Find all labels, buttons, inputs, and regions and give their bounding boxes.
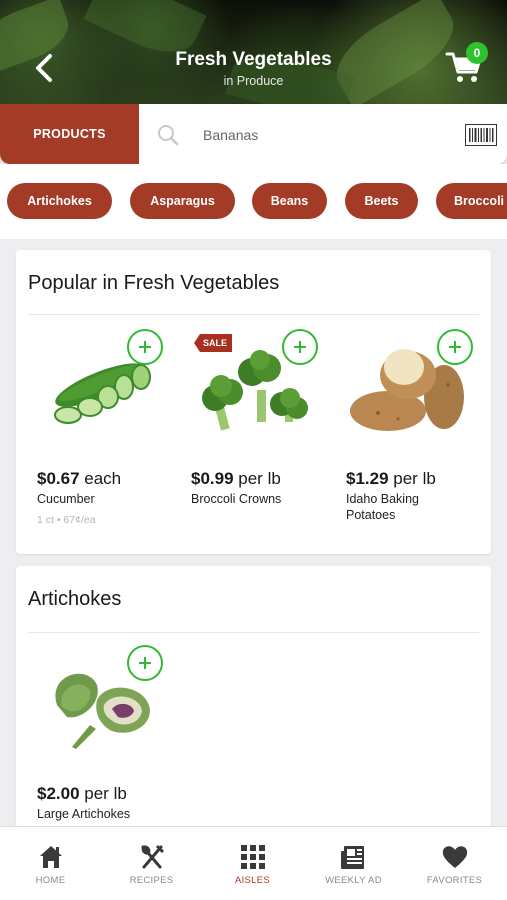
barcode-scan-icon[interactable]: [465, 124, 497, 146]
chip-artichokes[interactable]: Artichokes: [7, 183, 112, 219]
page-subtitle: in Produce: [223, 74, 284, 88]
nav-aisles[interactable]: AISLES: [202, 827, 303, 900]
nav-home[interactable]: HOME: [0, 827, 101, 900]
nav-label: RECIPES: [129, 875, 174, 886]
product-price: $2.00 per lb: [37, 784, 127, 803]
category-chips: Artichokes Asparagus Beans Beets Broccol…: [0, 164, 507, 239]
nav-recipes[interactable]: RECIPES: [101, 827, 202, 900]
chip-beans[interactable]: Beans: [252, 183, 327, 219]
grid-icon: [241, 845, 265, 869]
search-bar: PRODUCTS: [0, 104, 507, 164]
product-name: Broccoli Crowns: [191, 492, 282, 506]
search-input[interactable]: [203, 122, 453, 148]
search-icon: [158, 125, 179, 146]
page-title: Fresh Vegetables: [175, 49, 332, 70]
nav-label: WEEKLY AD: [325, 875, 382, 886]
nav-favorites[interactable]: FAVORITES: [404, 827, 505, 900]
nav-label: FAVORITES: [426, 875, 483, 886]
newspaper-icon: [341, 846, 364, 869]
product-price: $0.99 per lb: [191, 469, 281, 488]
cucumber-image: [54, 363, 151, 424]
utensils-icon: [141, 844, 165, 869]
product-price: $0.67 each: [37, 469, 122, 488]
product-name: Cucumber: [37, 492, 95, 506]
product-quantity-info: 1 ct • 67¢/ea: [37, 514, 96, 526]
nav-weekly-ad[interactable]: WEEKLY AD: [303, 827, 404, 900]
divider: [28, 632, 479, 633]
cart-count-badge: 0: [466, 42, 488, 64]
divider: [28, 314, 479, 315]
chip-asparagus[interactable]: Asparagus: [130, 183, 235, 219]
section-title: Artichokes: [28, 588, 122, 610]
nav-label: AISLES: [234, 875, 271, 886]
heart-icon: [442, 846, 468, 868]
add-to-cart-button[interactable]: [127, 645, 163, 681]
add-to-cart-button[interactable]: [282, 329, 318, 365]
add-to-cart-button[interactable]: [437, 329, 473, 365]
home-icon: [40, 846, 62, 868]
section-title: Popular in Fresh Vegetables: [28, 272, 280, 294]
add-to-cart-button[interactable]: [127, 329, 163, 365]
chip-broccoli[interactable]: Broccoli: [436, 183, 507, 219]
header: Fresh Vegetables in Produce 0: [0, 0, 507, 104]
bottom-nav: HOME RECIPES AISLES WEEKLY AD FAVORITES: [0, 826, 507, 900]
chip-beets[interactable]: Beets: [345, 183, 418, 219]
product-name: Large Artichokes: [37, 807, 131, 821]
product-name: Idaho Baking Potatoes: [346, 492, 419, 522]
products-tab[interactable]: PRODUCTS: [0, 104, 139, 164]
nav-label: HOME: [35, 875, 66, 886]
product-price: $1.29 per lb: [346, 469, 436, 488]
